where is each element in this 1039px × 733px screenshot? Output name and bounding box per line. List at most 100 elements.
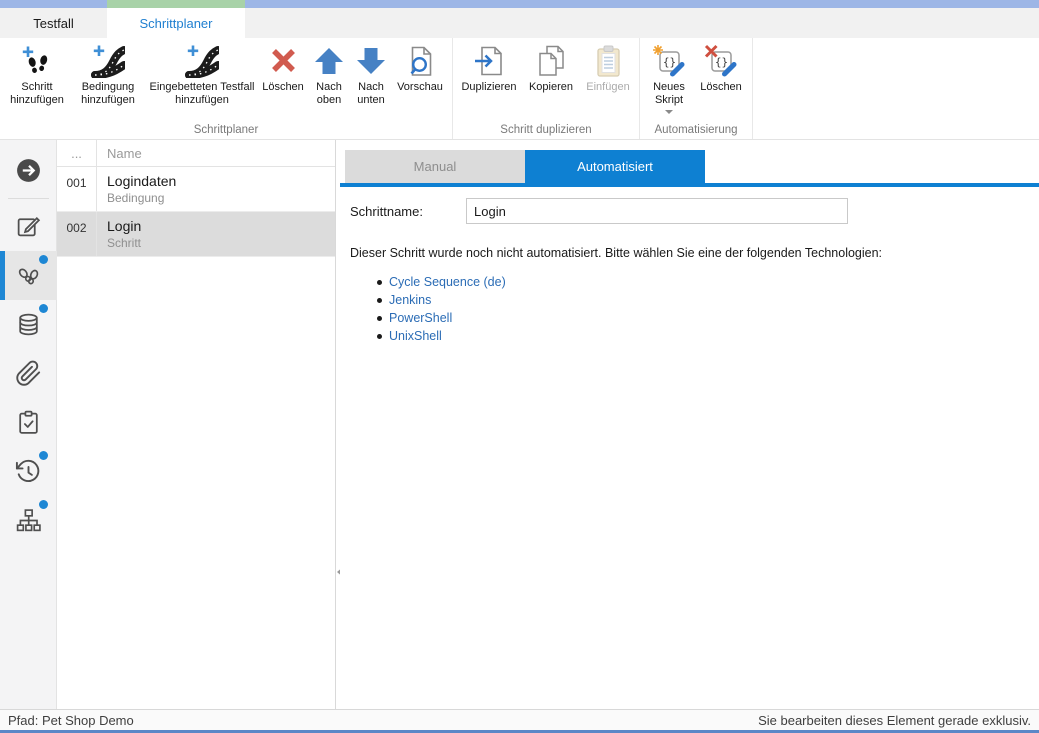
tab-testfall[interactable]: Testfall: [0, 8, 107, 38]
paste-button[interactable]: Einfügen: [582, 38, 634, 94]
main-body: ... Name 001 Logindaten Bedingung 002 Lo…: [0, 140, 1039, 709]
tab-schrittplaner[interactable]: Schrittplaner: [107, 8, 245, 38]
history-icon: [15, 458, 42, 485]
delete-x-icon: [266, 44, 300, 78]
button-label: Kopieren: [529, 81, 573, 94]
ribbon-group-label: Schritt duplizieren: [453, 124, 639, 136]
button-label: Nach unten: [351, 81, 391, 107]
active-tab-accent: [107, 0, 245, 8]
copy-documents-icon: [534, 44, 568, 78]
add-embedded-testcase-button[interactable]: Eingebetteten Testfall hinzufügen: [147, 38, 257, 107]
sidebar-item-steps[interactable]: [0, 251, 57, 300]
button-label: Vorschau: [397, 81, 443, 94]
add-embedded-testcase-switch-icon: [185, 44, 219, 78]
button-label: Neues Skript: [645, 81, 693, 107]
status-path: Pfad: Pet Shop Demo: [8, 713, 134, 728]
active-tab-underline: [340, 183, 1039, 187]
step-number: 001: [57, 167, 97, 211]
delete-script-icon: {}: [704, 44, 738, 78]
attachment-paperclip-icon: [15, 360, 42, 387]
step-list-panel: ... Name 001 Logindaten Bedingung 002 Lo…: [57, 140, 336, 709]
column-header-name: Name: [97, 140, 335, 166]
status-lock-message: Sie bearbeiten dieses Element gerade exk…: [758, 713, 1031, 728]
bullet-icon: [377, 280, 382, 285]
technology-list: Cycle Sequence (de) Jenkins PowerShell U…: [377, 273, 1039, 345]
sidebar-item-tasks[interactable]: [0, 398, 57, 447]
bullet-icon: [377, 316, 382, 321]
sidebar-item-data[interactable]: [0, 300, 57, 349]
link-cycle-sequence[interactable]: Cycle Sequence (de): [389, 275, 506, 289]
move-down-button[interactable]: Nach unten: [351, 38, 391, 107]
step-number: 002: [57, 212, 97, 256]
add-condition-switch-icon: [91, 44, 125, 78]
add-step-button[interactable]: Schritt hinzufügen: [5, 38, 69, 107]
button-label: Eingebetteten Testfall hinzufügen: [147, 81, 257, 107]
arrow-down-icon: [354, 44, 388, 78]
sidebar-item-history[interactable]: [0, 447, 57, 496]
button-label: Duplizieren: [461, 81, 516, 94]
tasks-clipboard-check-icon: [15, 409, 42, 436]
add-condition-button[interactable]: Bedingung hinzufügen: [71, 38, 145, 107]
new-script-icon: {}: [652, 44, 686, 78]
preview-button[interactable]: Vorschau: [393, 38, 447, 94]
button-label: Bedingung hinzufügen: [71, 81, 145, 107]
notification-badge: [39, 500, 48, 509]
ribbon-group-schritt-duplizieren: Duplizieren Kopieren Einfügen: [453, 38, 640, 139]
bullet-icon: [377, 298, 382, 303]
sidebar-item-edit[interactable]: [0, 202, 57, 251]
top-accent-strip: [0, 0, 1039, 8]
ribbon-group-label: Automatisierung: [640, 124, 752, 136]
step-type: Bedingung: [107, 191, 335, 206]
arrow-up-icon: [312, 44, 346, 78]
technology-list-item: PowerShell: [377, 309, 1039, 327]
delete-step-button[interactable]: Löschen: [259, 38, 307, 94]
ribbon-tab-bar: Testfall Schrittplaner: [0, 8, 1039, 38]
technology-list-item: Jenkins: [377, 291, 1039, 309]
button-label: Löschen: [262, 81, 304, 94]
step-name: Logindaten: [107, 173, 335, 190]
dropdown-caret-icon[interactable]: [665, 110, 673, 114]
detail-tab-bar: Manual Automatisiert: [345, 150, 1039, 183]
add-step-footprints-icon: [20, 44, 54, 78]
step-list-header: ... Name: [57, 140, 335, 167]
link-powershell[interactable]: PowerShell: [389, 311, 452, 325]
notification-badge: [39, 451, 48, 460]
step-row-002[interactable]: 002 Login Schritt: [57, 212, 335, 257]
step-type: Schritt: [107, 236, 335, 251]
duplicate-button[interactable]: Duplizieren: [458, 38, 520, 94]
application-window: Testfall Schrittplaner Schritt hinzufüge…: [0, 0, 1039, 733]
automation-message: Dieser Schritt wurde noch nicht automati…: [350, 246, 1039, 260]
step-name-form-row: Schrittname:: [350, 198, 1039, 224]
link-jenkins[interactable]: Jenkins: [389, 293, 431, 307]
step-row-001[interactable]: 001 Logindaten Bedingung: [57, 167, 335, 212]
new-script-button[interactable]: {} Neues Skript: [645, 38, 693, 114]
step-name: Login: [107, 218, 335, 235]
move-up-button[interactable]: Nach oben: [309, 38, 349, 107]
sidebar-item-hierarchy[interactable]: [0, 496, 57, 545]
navigate-circle-arrow-icon: [15, 157, 42, 184]
link-unixshell[interactable]: UnixShell: [389, 329, 442, 343]
detail-panel: Manual Automatisiert Schrittname: Dieser…: [340, 140, 1039, 709]
button-label: Schritt hinzufügen: [5, 81, 69, 107]
preview-document-magnifier-icon: [403, 44, 437, 78]
copy-button[interactable]: Kopieren: [522, 38, 580, 94]
sidebar-item-navigate[interactable]: [0, 146, 57, 195]
ribbon: Schritt hinzufügen Bedingung hinzufügen: [0, 38, 1039, 140]
notification-badge: [39, 304, 48, 313]
column-header-number: ...: [57, 140, 97, 166]
hierarchy-icon: [15, 507, 42, 534]
delete-script-button[interactable]: {} Löschen: [695, 38, 747, 94]
tab-manual[interactable]: Manual: [345, 150, 525, 183]
data-database-icon: [15, 311, 42, 338]
step-name-input[interactable]: [466, 198, 848, 224]
button-label: Löschen: [700, 81, 742, 94]
sidebar-divider: [8, 198, 49, 199]
tab-automatisiert[interactable]: Automatisiert: [525, 150, 705, 183]
sidebar-item-attachments[interactable]: [0, 349, 57, 398]
ribbon-group-schrittplaner: Schritt hinzufügen Bedingung hinzufügen: [0, 38, 453, 139]
paste-clipboard-icon: [591, 44, 625, 78]
edit-icon: [15, 213, 42, 240]
bullet-icon: [377, 334, 382, 339]
technology-list-item: Cycle Sequence (de): [377, 273, 1039, 291]
technology-list-item: UnixShell: [377, 327, 1039, 345]
